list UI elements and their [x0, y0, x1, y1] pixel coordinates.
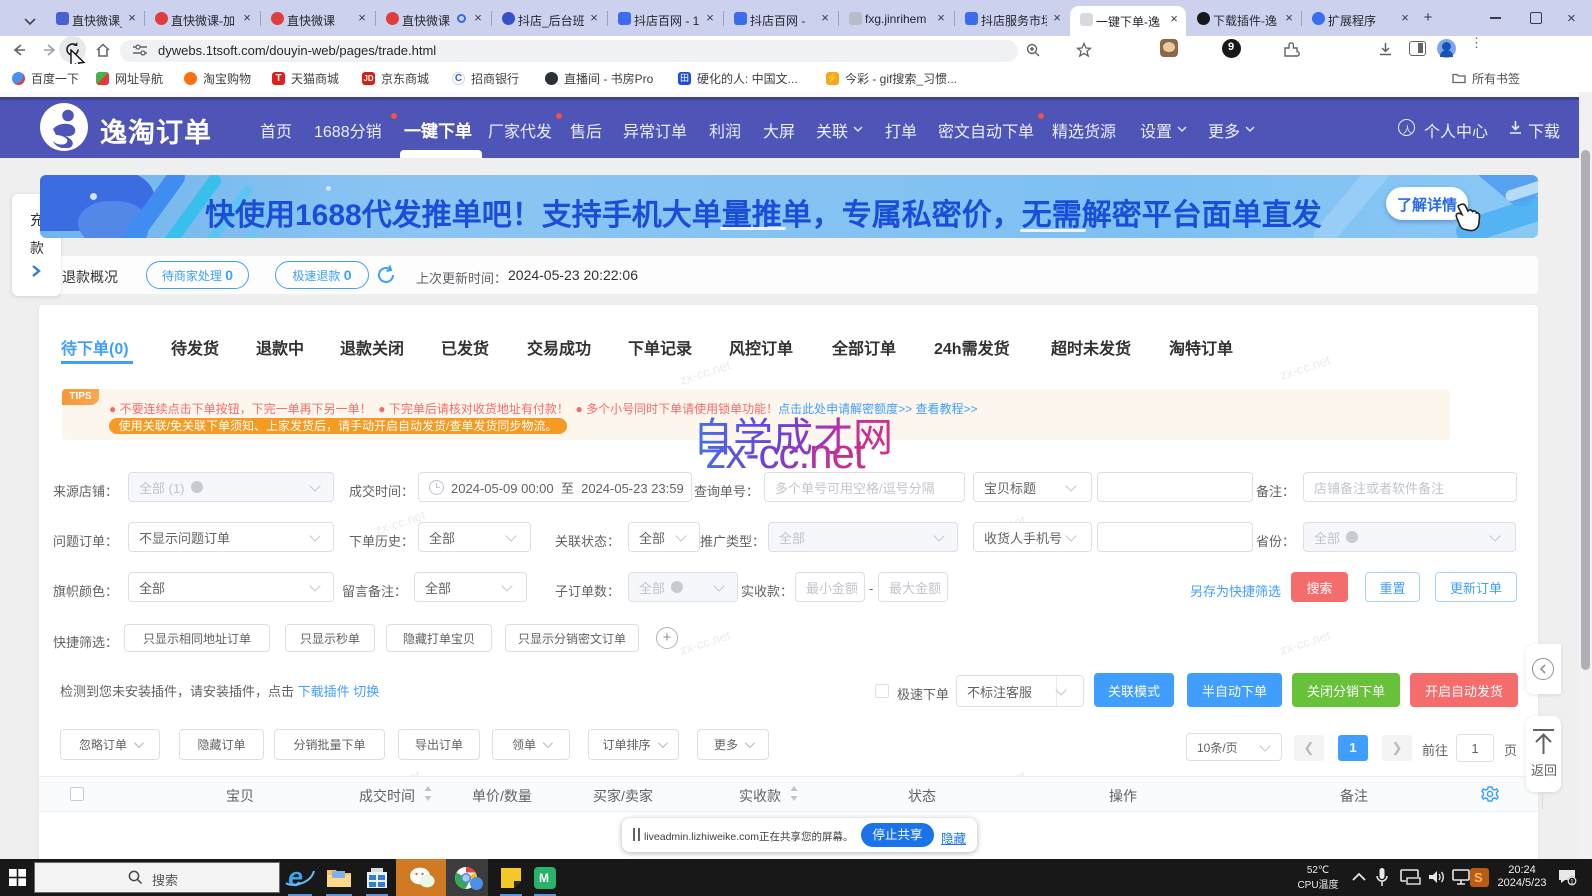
svg-text:1: 1: [1570, 879, 1574, 886]
